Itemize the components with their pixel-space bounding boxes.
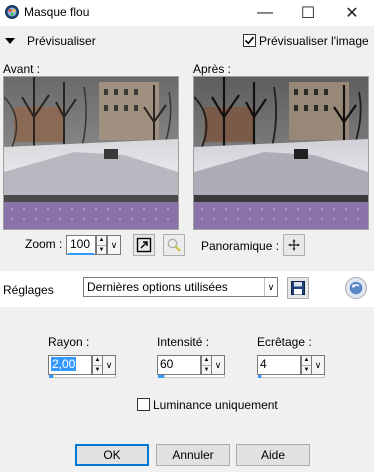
spin-down-icon[interactable]: ▼ [93,366,102,375]
before-label: Avant : [3,62,41,76]
spin-down-icon[interactable]: ▼ [97,246,106,255]
reset-button[interactable] [345,277,367,299]
spin-up-icon[interactable]: ▲ [97,236,106,246]
help-button[interactable]: Aide [236,444,310,466]
spin-up-icon[interactable]: ▲ [93,356,102,366]
zoom-tool-icon [167,238,181,252]
pan-move-icon [288,239,300,251]
zoom-label: Zoom : [25,237,63,251]
reset-arrow-icon [349,281,363,295]
ecretage-dropdown-button[interactable]: ∨ [311,355,325,375]
preview-image-checkbox[interactable] [243,34,256,47]
chevron-down-icon: ∨ [110,239,118,250]
chevron-down-icon: ∨ [314,359,322,370]
after-label: Après : [193,62,232,76]
save-preset-button[interactable] [287,277,309,299]
intensite-label: Intensité : [157,335,210,349]
zoom-dropdown-button[interactable]: ∨ [107,235,121,255]
ecretage-label: Ecrêtage : [257,335,312,349]
preset-select-value: Dernières options utilisées [87,280,228,294]
ok-button[interactable]: OK [75,444,149,466]
fit-window-button[interactable] [133,234,155,256]
preview-section-toggle[interactable]: Prévisualiser [27,34,96,48]
after-preview-image[interactable] [193,76,369,230]
zoom-tool-button[interactable] [163,234,185,256]
intensite-input[interactable]: 60 [157,355,201,375]
intensite-dropdown-button[interactable]: ∨ [211,355,225,375]
spin-up-icon[interactable]: ▲ [202,356,211,366]
rayon-input[interactable]: 2,00 [48,355,92,375]
chevron-down-icon: ∨ [214,359,222,370]
luminance-checkbox[interactable] [137,398,150,411]
window-title: Masque flou [24,5,90,19]
rayon-label: Rayon : [48,335,90,349]
paintshop-icon [4,4,20,20]
chevron-down-icon[interactable]: ∨ [264,278,277,296]
triangle-down-icon[interactable] [5,38,15,44]
maximize-button[interactable]: ☐ [288,0,328,26]
cancel-button[interactable]: Annuler [156,444,230,466]
ecretage-input[interactable]: 4 [257,355,301,375]
zoom-input[interactable]: 100 [66,235,96,255]
close-button[interactable]: ✕ [332,0,372,26]
fit-window-icon [136,237,152,253]
rayon-slider-track[interactable] [53,375,116,378]
spin-down-icon[interactable]: ▼ [202,366,211,375]
floppy-disk-icon [291,281,305,295]
rayon-value: 2,00 [51,357,77,371]
luminance-label: Luminance uniquement [153,398,278,412]
zoom-slider-indicator[interactable] [68,253,94,255]
pan-label: Panoramique : [201,239,280,253]
before-preview-image[interactable] [3,76,179,230]
pan-button[interactable] [283,234,305,256]
spin-down-icon[interactable]: ▼ [302,366,311,375]
settings-label: Réglages [3,283,54,297]
preview-image-label: Prévisualiser l'image [259,34,369,48]
ecretage-slider-track[interactable] [261,375,325,378]
minimize-button[interactable]: — [245,0,285,26]
chevron-down-icon: ∨ [105,359,113,370]
intensite-slider-track[interactable] [164,375,225,378]
rayon-dropdown-button[interactable]: ∨ [102,355,116,375]
zoom-spinner[interactable]: ▲ ▼ [96,235,107,255]
spin-up-icon[interactable]: ▲ [302,356,311,366]
